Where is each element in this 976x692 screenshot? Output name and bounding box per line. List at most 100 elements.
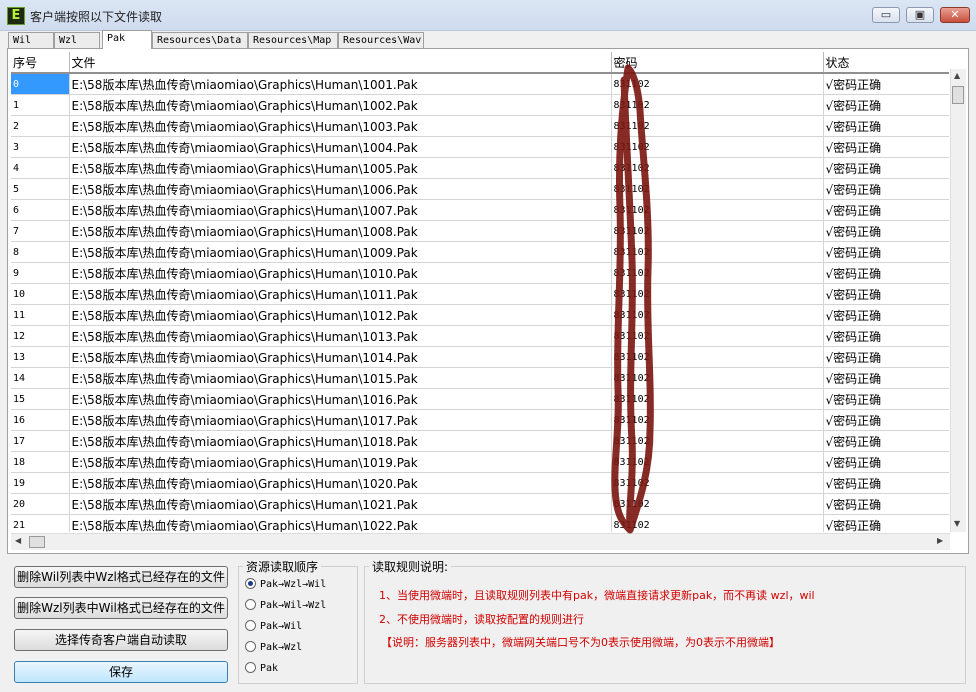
cell-status[interactable]: √密码正确	[823, 346, 949, 368]
order-option-radio[interactable]: Pak→Wzl	[245, 640, 302, 656]
cell-file[interactable]: E:\58版本库\热血传奇\miaomiao\Graphics\Human\10…	[69, 94, 612, 116]
horizontal-scroll-thumb[interactable]	[29, 536, 45, 548]
cell-file[interactable]: E:\58版本库\热血传奇\miaomiao\Graphics\Human\10…	[69, 283, 612, 305]
cell-index[interactable]: 16	[11, 409, 70, 431]
cell-password[interactable]: 831102	[611, 115, 824, 137]
cell-index[interactable]: 21	[11, 514, 70, 532]
cell-status[interactable]: √密码正确	[823, 304, 949, 326]
order-option-radio[interactable]: Pak→Wil	[245, 619, 302, 635]
scroll-down-icon[interactable]: ▼	[954, 519, 960, 528]
cell-file[interactable]: E:\58版本库\热血传奇\miaomiao\Graphics\Human\10…	[69, 430, 612, 452]
scroll-right-icon[interactable]: ▶	[937, 536, 943, 545]
cell-password[interactable]: 831102	[611, 451, 824, 473]
cell-password[interactable]: 831102	[611, 325, 824, 347]
radio-dot-icon[interactable]	[245, 620, 256, 631]
table-row[interactable]: 16 E:\58版本库\热血传奇\miaomiao\Graphics\Human\…	[11, 409, 949, 431]
cell-index[interactable]: 11	[11, 304, 70, 326]
cell-file[interactable]: E:\58版本库\热血传奇\miaomiao\Graphics\Human\10…	[69, 346, 612, 368]
cell-file[interactable]: E:\58版本库\热血传奇\miaomiao\Graphics\Human\10…	[69, 409, 612, 431]
cell-status[interactable]: √密码正确	[823, 472, 949, 494]
cell-password[interactable]: 831102	[611, 220, 824, 242]
table-row[interactable]: 19 E:\58版本库\热血传奇\miaomiao\Graphics\Human\…	[11, 472, 949, 494]
cell-index[interactable]: 0	[11, 73, 70, 95]
cell-file[interactable]: E:\58版本库\热血传奇\miaomiao\Graphics\Human\10…	[69, 115, 612, 137]
table-row[interactable]: 2 E:\58版本库\热血传奇\miaomiao\Graphics\Human\1…	[11, 115, 949, 137]
table-row[interactable]: 8 E:\58版本库\热血传奇\miaomiao\Graphics\Human\1…	[11, 241, 949, 263]
cell-index[interactable]: 5	[11, 178, 70, 200]
cell-password[interactable]: 831102	[611, 388, 824, 410]
cell-file[interactable]: E:\58版本库\热血传奇\miaomiao\Graphics\Human\10…	[69, 241, 612, 263]
horizontal-scrollbar[interactable]: ◀ ▶	[11, 533, 950, 550]
scroll-left-icon[interactable]: ◀	[15, 536, 21, 545]
cell-password[interactable]: 831102	[611, 73, 824, 95]
tab-resources-map[interactable]: Resources\Map	[248, 32, 338, 48]
cell-status[interactable]: √密码正确	[823, 73, 949, 95]
cell-password[interactable]: 831102	[611, 94, 824, 116]
cell-status[interactable]: √密码正确	[823, 430, 949, 452]
cell-index[interactable]: 3	[11, 136, 70, 158]
table-row[interactable]: 17 E:\58版本库\热血传奇\miaomiao\Graphics\Human\…	[11, 430, 949, 452]
cell-index[interactable]: 18	[11, 451, 70, 473]
cell-status[interactable]: √密码正确	[823, 451, 949, 473]
table-row[interactable]: 0 E:\58版本库\热血传奇\miaomiao\Graphics\Human\1…	[11, 73, 949, 95]
delete-wzl-in-wil-button[interactable]: 删除Wil列表中Wzl格式已经存在的文件	[14, 566, 228, 588]
cell-status[interactable]: √密码正确	[823, 388, 949, 410]
order-option-radio[interactable]: Pak→Wzl→Wil	[245, 577, 326, 593]
table-row[interactable]: 10 E:\58版本库\热血传奇\miaomiao\Graphics\Human\…	[11, 283, 949, 305]
cell-file[interactable]: E:\58版本库\热血传奇\miaomiao\Graphics\Human\10…	[69, 304, 612, 326]
auto-read-client-button[interactable]: 选择传奇客户端自动读取	[14, 629, 228, 651]
cell-file[interactable]: E:\58版本库\热血传奇\miaomiao\Graphics\Human\10…	[69, 367, 612, 389]
order-option-radio[interactable]: Pak→Wil→Wzl	[245, 598, 326, 614]
cell-status[interactable]: √密码正确	[823, 136, 949, 158]
table-row[interactable]: 1 E:\58版本库\热血传奇\miaomiao\Graphics\Human\1…	[11, 94, 949, 116]
cell-index[interactable]: 13	[11, 346, 70, 368]
maximize-button[interactable]: ▣	[906, 7, 934, 23]
cell-password[interactable]: 831102	[611, 262, 824, 284]
cell-password[interactable]: 831102	[611, 241, 824, 263]
radio-dot-icon[interactable]	[245, 599, 256, 610]
cell-status[interactable]: √密码正确	[823, 157, 949, 179]
scroll-up-icon[interactable]: ▲	[954, 71, 960, 80]
cell-file[interactable]: E:\58版本库\热血传奇\miaomiao\Graphics\Human\10…	[69, 220, 612, 242]
table-row[interactable]: 15 E:\58版本库\热血传奇\miaomiao\Graphics\Human\…	[11, 388, 949, 410]
cell-status[interactable]: √密码正确	[823, 262, 949, 284]
table-row[interactable]: 11 E:\58版本库\热血传奇\miaomiao\Graphics\Human\…	[11, 304, 949, 326]
cell-password[interactable]: 831102	[611, 199, 824, 221]
cell-password[interactable]: 831102	[611, 157, 824, 179]
cell-file[interactable]: E:\58版本库\热血传奇\miaomiao\Graphics\Human\10…	[69, 136, 612, 158]
vertical-scrollbar[interactable]: ▲ ▼	[950, 69, 966, 532]
table-row[interactable]: 7 E:\58版本库\热血传奇\miaomiao\Graphics\Human\1…	[11, 220, 949, 242]
cell-password[interactable]: 831102	[611, 283, 824, 305]
cell-password[interactable]: 831102	[611, 136, 824, 158]
cell-file[interactable]: E:\58版本库\热血传奇\miaomiao\Graphics\Human\10…	[69, 493, 612, 515]
header-password[interactable]: 密码	[611, 52, 824, 74]
cell-file[interactable]: E:\58版本库\热血传奇\miaomiao\Graphics\Human\10…	[69, 514, 612, 532]
cell-index[interactable]: 2	[11, 115, 70, 137]
save-button[interactable]: 保存	[14, 661, 228, 683]
cell-index[interactable]: 19	[11, 472, 70, 494]
cell-status[interactable]: √密码正确	[823, 199, 949, 221]
cell-status[interactable]: √密码正确	[823, 283, 949, 305]
table-row[interactable]: 21 E:\58版本库\热血传奇\miaomiao\Graphics\Human\…	[11, 514, 949, 532]
radio-dot-icon[interactable]	[245, 662, 256, 673]
cell-index[interactable]: 8	[11, 241, 70, 263]
tab-wil[interactable]: Wil	[8, 32, 54, 48]
cell-index[interactable]: 14	[11, 367, 70, 389]
cell-password[interactable]: 831102	[611, 472, 824, 494]
cell-password[interactable]: 831102	[611, 430, 824, 452]
cell-index[interactable]: 20	[11, 493, 70, 515]
cell-index[interactable]: 9	[11, 262, 70, 284]
cell-password[interactable]: 831102	[611, 367, 824, 389]
cell-file[interactable]: E:\58版本库\热血传奇\miaomiao\Graphics\Human\10…	[69, 472, 612, 494]
close-button[interactable]: ✕	[940, 7, 970, 23]
header-index[interactable]: 序号	[11, 52, 70, 74]
cell-status[interactable]: √密码正确	[823, 367, 949, 389]
cell-file[interactable]: E:\58版本库\热血传奇\miaomiao\Graphics\Human\10…	[69, 451, 612, 473]
cell-file[interactable]: E:\58版本库\热血传奇\miaomiao\Graphics\Human\10…	[69, 199, 612, 221]
header-status[interactable]: 状态	[823, 52, 949, 74]
table-row[interactable]: 12 E:\58版本库\热血传奇\miaomiao\Graphics\Human\…	[11, 325, 949, 347]
tab-wzl[interactable]: Wzl	[54, 32, 100, 48]
delete-wil-in-wzl-button[interactable]: 删除Wzl列表中Wil格式已经存在的文件	[14, 597, 228, 619]
cell-status[interactable]: √密码正确	[823, 94, 949, 116]
cell-status[interactable]: √密码正确	[823, 493, 949, 515]
